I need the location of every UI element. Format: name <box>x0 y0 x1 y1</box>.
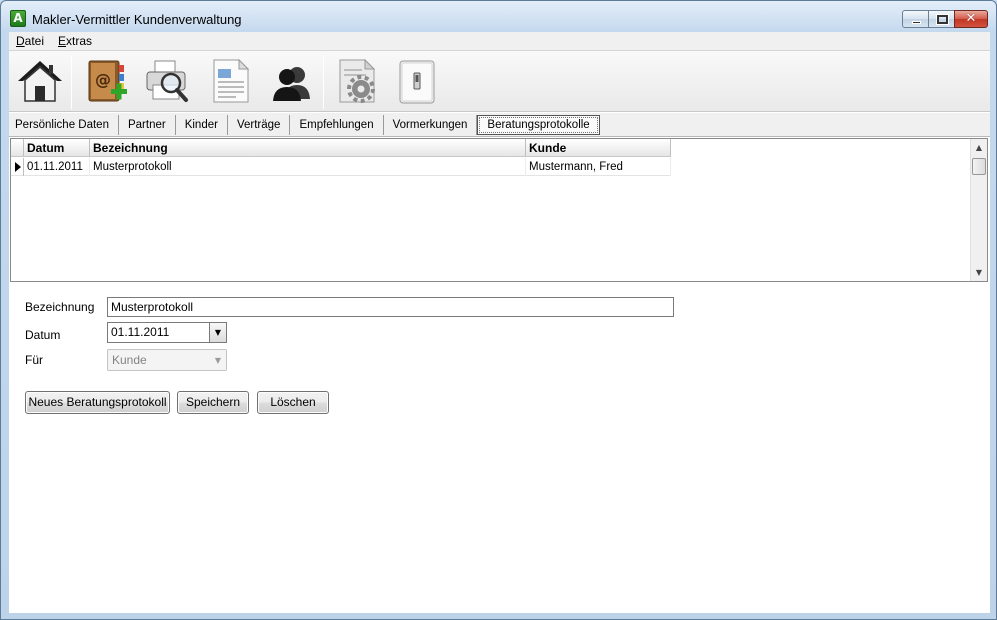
menu-extras[interactable]: Extras <box>51 32 99 50</box>
app-icon: A <box>10 10 26 27</box>
cell-bezeichnung[interactable]: Musterprotokoll <box>90 158 526 176</box>
tab-beratungsprotokolle[interactable]: Beratungsprotokolle <box>477 114 600 135</box>
new-protocol-button[interactable]: Neues Beratungsprotokoll <box>25 391 170 414</box>
menu-datei[interactable]: Datei <box>9 32 51 50</box>
current-row-indicator-icon <box>11 158 24 176</box>
tab-empfehlungen[interactable]: Empfehlungen <box>290 114 384 135</box>
contacts-icon <box>273 67 310 101</box>
fuer-label: Für <box>25 353 43 367</box>
main-window: A Makler-Vermittler Kundenverwaltung ✕ D… <box>0 0 997 620</box>
scroll-thumb[interactable] <box>972 158 986 175</box>
minimize-icon <box>912 21 921 24</box>
column-header-bezeichnung[interactable]: Bezeichnung <box>90 139 526 157</box>
contacts-button[interactable] <box>265 55 317 107</box>
tab-vertraege[interactable]: Verträge <box>228 114 291 135</box>
settings-document-icon <box>339 58 376 103</box>
tab-bar: Persönliche Daten Partner Kinder Verträg… <box>9 113 990 137</box>
tab-kinder[interactable]: Kinder <box>176 114 228 135</box>
tab-vormerkungen[interactable]: Vormerkungen <box>384 114 478 135</box>
minimize-button[interactable] <box>902 10 929 28</box>
window-title: Makler-Vermittler Kundenverwaltung <box>32 12 242 27</box>
address-book-add-icon: @ <box>88 60 127 102</box>
home-button[interactable] <box>14 55 66 107</box>
grid-header: Datum Bezeichnung Kunde <box>11 139 671 157</box>
scroll-down-icon[interactable]: ▼ <box>971 264 987 281</box>
switch-icon <box>399 60 435 104</box>
datum-value: 01.11.2011 <box>111 325 170 339</box>
maximize-button[interactable] <box>928 10 955 28</box>
client-area: Datei Extras @ Persönliche Daten Partner… <box>9 32 990 613</box>
datum-label: Datum <box>25 328 61 342</box>
cell-kunde[interactable]: Mustermann, Fred <box>526 158 671 176</box>
menu-bar: Datei Extras <box>9 32 990 50</box>
switch-button[interactable] <box>391 55 443 107</box>
grid-vertical-scrollbar[interactable]: ▲ ▼ <box>970 139 987 281</box>
toolbar-separator <box>71 55 72 109</box>
scroll-up-icon[interactable]: ▲ <box>971 139 987 156</box>
grid-row-header-corner <box>11 139 24 157</box>
column-header-datum[interactable]: Datum <box>24 139 90 157</box>
print-preview-icon <box>146 60 188 102</box>
datum-picker[interactable]: 01.11.2011 ▼ <box>107 322 227 343</box>
print-preview-button[interactable] <box>141 55 193 107</box>
home-icon <box>18 61 62 102</box>
fuer-value: Kunde <box>112 353 147 367</box>
tab-partner[interactable]: Partner <box>119 114 176 135</box>
title-bar[interactable]: A Makler-Vermittler Kundenverwaltung ✕ <box>1 1 996 33</box>
settings-button[interactable] <box>331 55 383 107</box>
add-contact-button[interactable]: @ <box>81 55 133 107</box>
calendar-dropdown-icon[interactable]: ▼ <box>209 323 226 342</box>
svg-text:@: @ <box>95 70 111 89</box>
close-icon: ✕ <box>965 11 977 26</box>
document-icon <box>213 58 250 103</box>
document-button[interactable] <box>205 55 257 107</box>
toolbar-separator <box>323 55 324 109</box>
close-button[interactable]: ✕ <box>954 10 988 28</box>
caption-buttons: ✕ <box>902 10 988 29</box>
bezeichnung-label: Bezeichnung <box>25 300 95 314</box>
table-row[interactable]: 01.11.2011 Musterprotokoll Mustermann, F… <box>11 158 671 176</box>
save-button[interactable]: Speichern <box>177 391 249 414</box>
chevron-down-icon: ▼ <box>214 356 221 365</box>
delete-button[interactable]: Löschen <box>257 391 329 414</box>
cell-datum[interactable]: 01.11.2011 <box>24 158 90 176</box>
tab-persoenliche-daten[interactable]: Persönliche Daten <box>9 114 119 135</box>
bezeichnung-input[interactable]: Musterprotokoll <box>107 297 674 317</box>
fuer-select: Kunde ▼ <box>107 349 227 371</box>
maximize-icon <box>937 15 948 24</box>
column-header-kunde[interactable]: Kunde <box>526 139 671 157</box>
menu-datei-label: atei <box>24 34 45 48</box>
protocol-grid[interactable]: Datum Bezeichnung Kunde 01.11.2011 Muste… <box>10 138 988 282</box>
toolbar: @ <box>9 50 990 112</box>
menu-extras-label: xtras <box>66 34 93 48</box>
menu-extras-accel: E <box>58 34 67 48</box>
menu-datei-accel: D <box>16 34 25 48</box>
